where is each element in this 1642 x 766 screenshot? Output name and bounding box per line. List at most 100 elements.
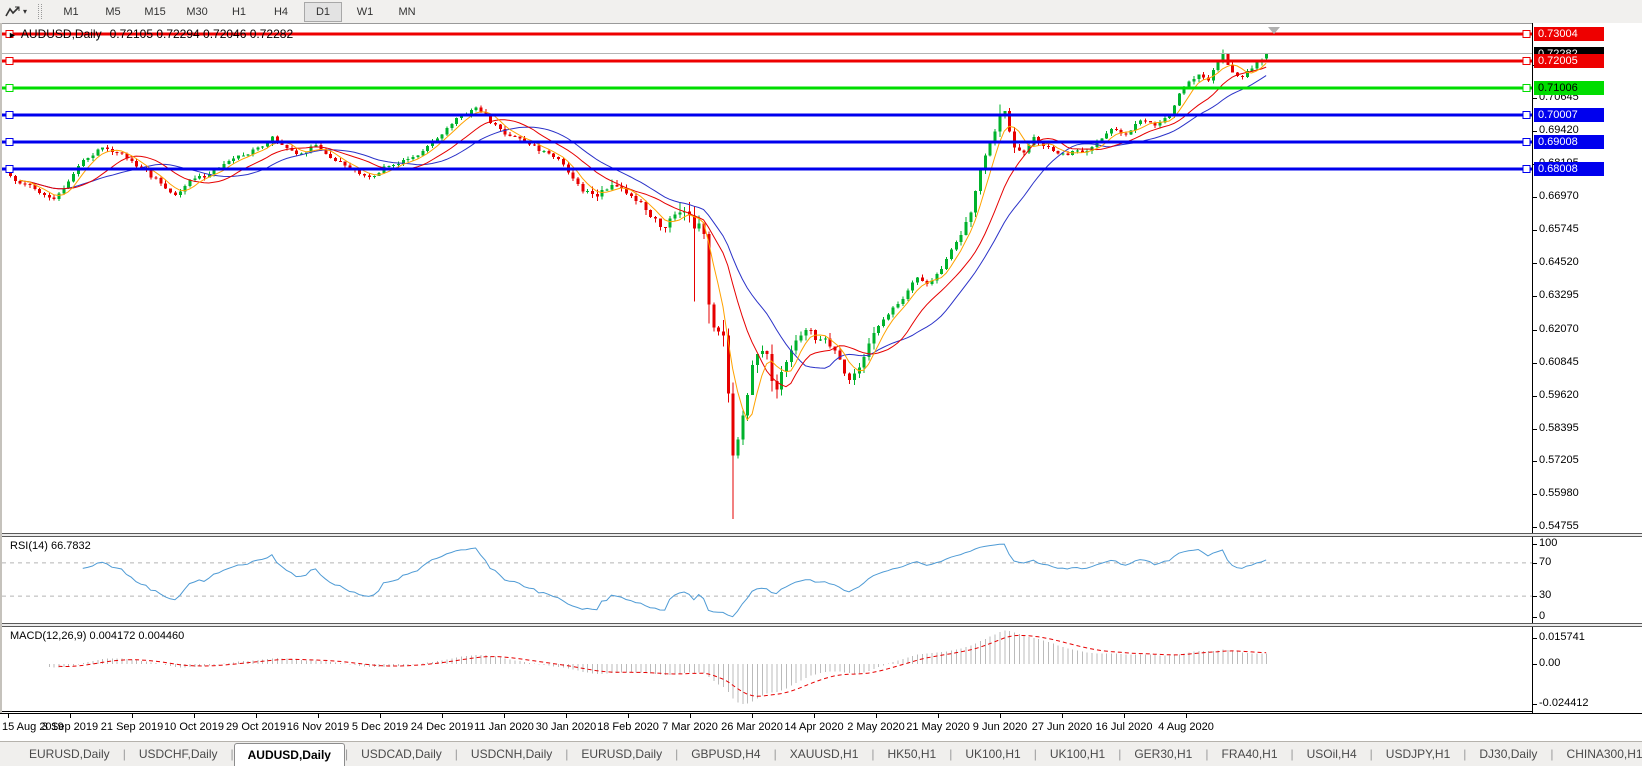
tab-china300-h1[interactable]: CHINA300,H1	[1554, 744, 1642, 765]
time-axis-label: 5 Dec 2019	[352, 721, 408, 733]
axis-tick-label: 100	[1539, 537, 1557, 549]
axis-tick-label: 0	[1539, 610, 1545, 622]
axis-tick-mark	[1533, 98, 1537, 99]
timeframe-button-m5[interactable]: M5	[94, 2, 132, 22]
timeframe-button-m15[interactable]: M15	[136, 2, 174, 22]
tab-usdjpy-h1[interactable]: USDJPY,H1	[1373, 744, 1463, 765]
axis-tick-mark	[1533, 263, 1537, 264]
time-axis-label: 4 Aug 2020	[1158, 721, 1214, 733]
time-tick-mark	[690, 714, 691, 718]
time-axis-label: 16 Jul 2020	[1096, 721, 1153, 733]
axis-tick-mark	[1533, 704, 1537, 705]
tab-uk100-h1[interactable]: UK100,H1	[1037, 744, 1118, 765]
time-tick-mark	[628, 714, 629, 718]
tab-uk100-h1[interactable]: UK100,H1	[952, 744, 1033, 765]
tab-eurusd-daily[interactable]: EURUSD,Daily	[568, 744, 675, 765]
price-line-label: 0.72005	[1534, 54, 1604, 68]
timeframe-button-mn[interactable]: MN	[388, 2, 426, 22]
macd-pane	[49, 631, 1266, 705]
time-tick-mark	[318, 714, 319, 718]
time-axis-label: 21 Sep 2019	[101, 721, 163, 733]
tab-usdcad-daily[interactable]: USDCAD,Daily	[348, 744, 455, 765]
time-axis-label: 26 Mar 2020	[721, 721, 783, 733]
axis-tick-label: 0.57205	[1539, 454, 1579, 466]
dropdown-caret-icon: ▾	[23, 7, 27, 16]
axis-tick-mark	[1533, 429, 1537, 430]
time-axis-label: 24 Dec 2019	[411, 721, 473, 733]
timeframe-button-group: M1M5M15M30H1H4D1W1MN	[50, 2, 428, 22]
time-axis-label: 16 Nov 2019	[287, 721, 349, 733]
pane-splitter[interactable]	[2, 623, 1642, 627]
axis-tick-mark	[1533, 330, 1537, 331]
time-axis-label: 7 Mar 2020	[662, 721, 718, 733]
line-handle[interactable]	[1523, 85, 1530, 92]
line-handle[interactable]	[6, 166, 13, 173]
pane-splitter[interactable]	[2, 533, 1642, 537]
price-line-label: 0.69008	[1534, 135, 1604, 149]
tab-usdcnh-daily[interactable]: USDCNH,Daily	[458, 744, 565, 765]
time-tick-mark	[876, 714, 877, 718]
tab-dj30-daily[interactable]: DJ30,Daily	[1466, 744, 1550, 765]
line-handle[interactable]	[1523, 112, 1530, 119]
tab-usdchf-daily[interactable]: USDCHF,Daily	[126, 744, 231, 765]
time-axis[interactable]: 15 Aug 20193 Sep 201921 Sep 201910 Oct 2…	[0, 713, 1642, 742]
timeframe-button-h4[interactable]: H4	[262, 2, 300, 22]
time-axis-label: 10 Oct 2019	[164, 721, 224, 733]
time-axis-label: 30 Jan 2020	[536, 721, 597, 733]
time-axis-label: 11 Jan 2020	[474, 721, 534, 733]
axis-tick-mark	[1533, 617, 1537, 618]
line-handle[interactable]	[1523, 58, 1530, 65]
mt4-window: ▾ M1M5M15M30H1H4D1W1MN 0.718700.706450.6…	[0, 0, 1642, 766]
timeframe-button-h1[interactable]: H1	[220, 2, 258, 22]
line-handle[interactable]	[6, 139, 13, 146]
timeframe-button-d1[interactable]: D1	[304, 2, 342, 22]
time-axis-label: 9 Jun 2020	[973, 721, 1027, 733]
tab-xauusd-h1[interactable]: XAUUSD,H1	[777, 744, 872, 765]
price-axis[interactable]: 0.718700.706450.694200.681950.669700.657…	[1532, 23, 1642, 713]
timeframe-button-m1[interactable]: M1	[52, 2, 90, 22]
rsi-pane	[2, 544, 1532, 617]
tab-fra40-h1[interactable]: FRA40,H1	[1208, 744, 1290, 765]
timeframe-button-m30[interactable]: M30	[178, 2, 216, 22]
tab-hk50-h1[interactable]: HK50,H1	[875, 744, 950, 765]
tab-gbpusd-h4[interactable]: GBPUSD,H4	[678, 744, 773, 765]
axis-tick-label: 0.66970	[1539, 190, 1579, 202]
chart-window-icon: ►	[8, 30, 17, 40]
rsi-indicator-label: RSI(14) 66.7832	[10, 540, 91, 552]
line-handle[interactable]	[6, 58, 13, 65]
axis-tick-mark	[1533, 638, 1537, 639]
horizontal-line-objects[interactable]	[2, 31, 1532, 173]
line-handle[interactable]	[1523, 31, 1530, 38]
chart-title: ►AUDUSD,Daily0.72105 0.72294 0.72046 0.7…	[8, 27, 293, 41]
axis-tick-label: 0.62070	[1539, 323, 1579, 335]
tab-usoil-h4[interactable]: USOil,H4	[1294, 744, 1370, 765]
time-tick-mark	[1062, 714, 1063, 718]
price-chart-canvas[interactable]	[2, 23, 1532, 713]
timeframe-button-w1[interactable]: W1	[346, 2, 384, 22]
chart-line-tool-button[interactable]: ▾	[1, 2, 31, 21]
time-tick-mark	[1124, 714, 1125, 718]
line-handle[interactable]	[6, 112, 13, 119]
time-tick-mark	[70, 714, 71, 718]
axis-tick-mark	[1533, 131, 1537, 132]
line-handle[interactable]	[6, 85, 13, 92]
axis-tick-mark	[1533, 197, 1537, 198]
axis-tick-mark	[1533, 363, 1537, 364]
time-tick-mark	[132, 714, 133, 718]
time-axis-label: 29 Oct 2019	[226, 721, 286, 733]
toolbar-grip	[38, 4, 42, 19]
axis-tick-label: 0.64520	[1539, 256, 1579, 268]
tab-audusd-daily[interactable]: AUDUSD,Daily	[234, 743, 345, 766]
time-tick-mark	[8, 714, 9, 718]
rsi-line	[83, 544, 1266, 617]
tab-eurusd-daily[interactable]: EURUSD,Daily	[16, 744, 123, 765]
time-tick-mark	[504, 714, 505, 718]
time-tick-mark	[752, 714, 753, 718]
line-handle[interactable]	[1523, 166, 1530, 173]
time-tick-mark	[194, 714, 195, 718]
price-line-label: 0.71006	[1534, 81, 1604, 95]
candlesticks	[9, 50, 1268, 519]
chart-ohlc-values: 0.72105 0.72294 0.72046 0.72282	[110, 27, 294, 41]
line-handle[interactable]	[1523, 139, 1530, 146]
tab-ger30-h1[interactable]: GER30,H1	[1121, 744, 1205, 765]
